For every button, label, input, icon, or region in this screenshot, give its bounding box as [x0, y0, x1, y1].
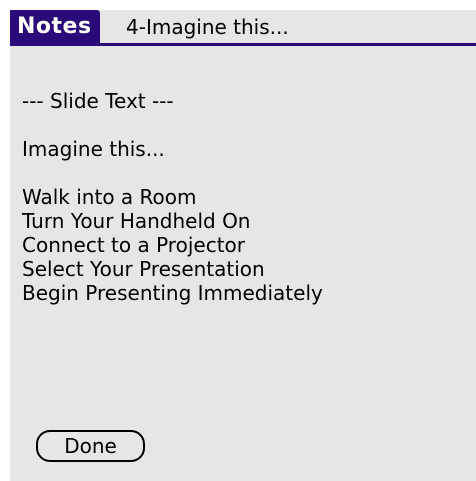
- notes-screen: Notes 4-Imagine this... --- Slide Text -…: [10, 10, 476, 481]
- note-title: 4-Imagine this...: [126, 15, 289, 39]
- done-button[interactable]: Done: [36, 430, 145, 462]
- title-bar: Notes 4-Imagine this...: [10, 10, 476, 46]
- title-underline: [10, 43, 476, 46]
- bullet-line: Turn Your Handheld On: [22, 209, 251, 233]
- note-content: --- Slide Text --- Imagine this... Walk …: [22, 89, 462, 305]
- bullet-line: Select Your Presentation: [22, 257, 265, 281]
- bullet-line: Connect to a Projector: [22, 233, 245, 257]
- bullet-line: Walk into a Room: [22, 185, 197, 209]
- title-tab: Notes: [10, 10, 100, 44]
- slide-title: Imagine this...: [22, 137, 165, 161]
- slide-text-heading: --- Slide Text ---: [22, 89, 174, 113]
- bullet-line: Begin Presenting Immediately: [22, 281, 323, 305]
